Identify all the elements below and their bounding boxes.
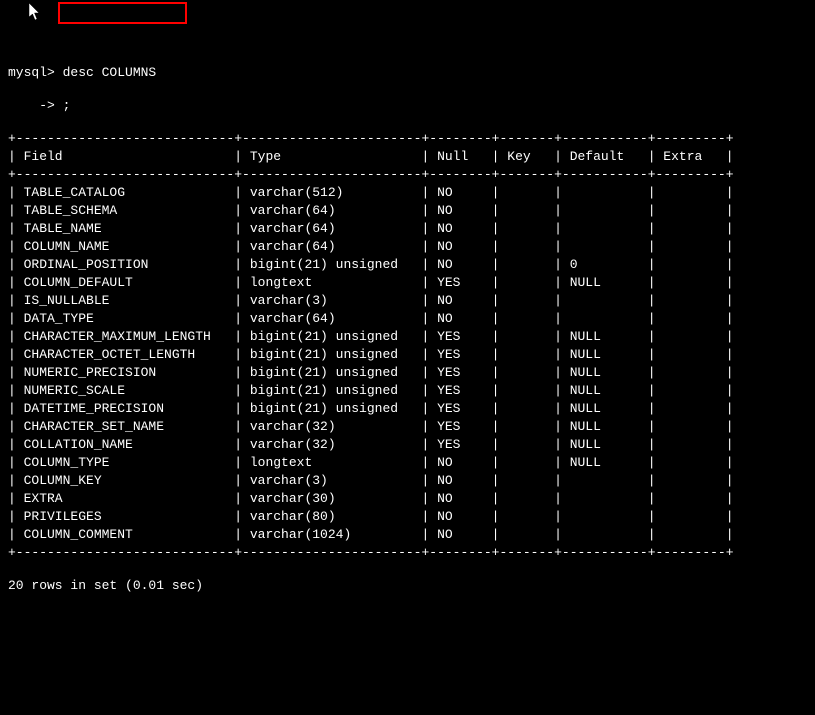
- highlight-annotation: [58, 2, 187, 24]
- table-row: | DATETIME_PRECISION | bigint(21) unsign…: [0, 400, 815, 418]
- table-row: | NUMERIC_PRECISION | bigint(21) unsigne…: [0, 364, 815, 382]
- table-separator: +----------------------------+----------…: [0, 166, 815, 184]
- table-row: | CHARACTER_SET_NAME | varchar(32) | YES…: [0, 418, 815, 436]
- table-row: | CHARACTER_OCTET_LENGTH | bigint(21) un…: [0, 346, 815, 364]
- mouse-cursor-icon: [29, 3, 41, 21]
- table-row: | COLUMN_TYPE | longtext | NO | | NULL |…: [0, 454, 815, 472]
- table-separator: +----------------------------+----------…: [0, 544, 815, 562]
- table-row: | COLUMN_DEFAULT | longtext | YES | | NU…: [0, 274, 815, 292]
- table-row: | DATA_TYPE | varchar(64) | NO | | | |: [0, 310, 815, 328]
- table-row: | COLUMN_KEY | varchar(3) | NO | | | |: [0, 472, 815, 490]
- table-header-row: | Field | Type | Null | Key | Default | …: [0, 148, 815, 166]
- table-row: | NUMERIC_SCALE | bigint(21) unsigned | …: [0, 382, 815, 400]
- prompt-line-1: mysql> desc COLUMNS: [0, 64, 815, 82]
- table-row: | ORDINAL_POSITION | bigint(21) unsigned…: [0, 256, 815, 274]
- table-row: | EXTRA | varchar(30) | NO | | | |: [0, 490, 815, 508]
- prompt-line-2: -> ;: [0, 97, 815, 115]
- table-separator: +----------------------------+----------…: [0, 130, 815, 148]
- table-row: | PRIVILEGES | varchar(80) | NO | | | |: [0, 508, 815, 526]
- table-row: | TABLE_SCHEMA | varchar(64) | NO | | | …: [0, 202, 815, 220]
- table-row: | TABLE_CATALOG | varchar(512) | NO | | …: [0, 184, 815, 202]
- table-row: | IS_NULLABLE | varchar(3) | NO | | | |: [0, 292, 815, 310]
- table-row: | TABLE_NAME | varchar(64) | NO | | | |: [0, 220, 815, 238]
- desc-table: +----------------------------+----------…: [0, 130, 815, 562]
- row-count-footer: 20 rows in set (0.01 sec): [0, 577, 815, 595]
- table-row: | COLUMN_COMMENT | varchar(1024) | NO | …: [0, 526, 815, 544]
- table-row: | COLLATION_NAME | varchar(32) | YES | |…: [0, 436, 815, 454]
- table-row: | CHARACTER_MAXIMUM_LENGTH | bigint(21) …: [0, 328, 815, 346]
- table-row: | COLUMN_NAME | varchar(64) | NO | | | |: [0, 238, 815, 256]
